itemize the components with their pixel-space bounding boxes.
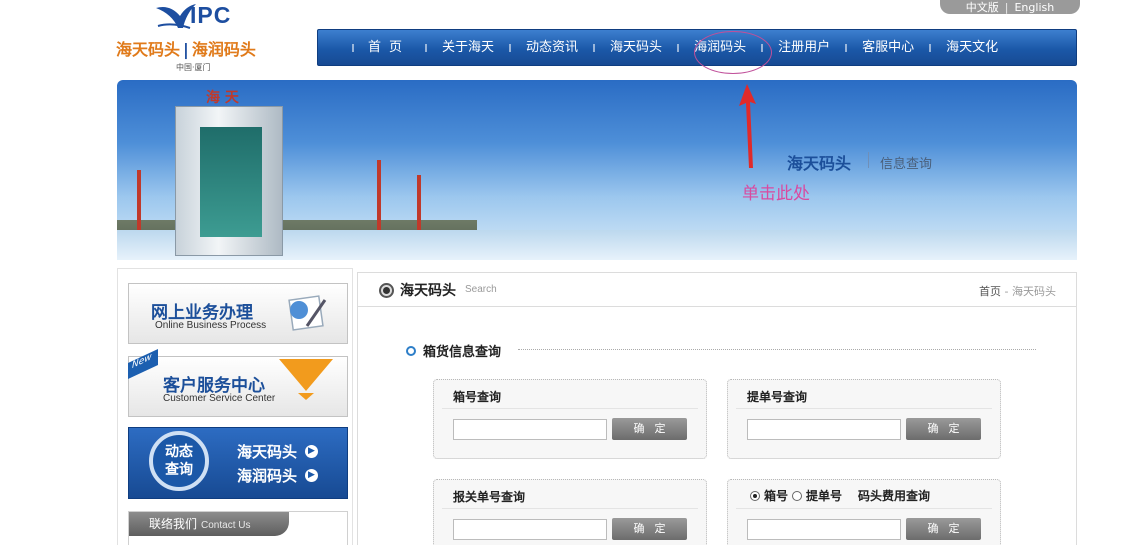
- building-sign: 海 天: [206, 90, 239, 106]
- panel-subtitle: Search: [465, 284, 497, 295]
- radio-bill-of-lading[interactable]: [792, 490, 803, 501]
- dynamic-link-hairun-label: 海润码头: [237, 467, 298, 485]
- banner-subtitle: 信息查询: [880, 157, 933, 172]
- query-divider: [442, 408, 698, 409]
- banner-building: 海 天: [175, 90, 283, 256]
- contact-panel: 联络我们 Contact Us: [128, 511, 348, 545]
- breadcrumb-home[interactable]: 首页: [979, 285, 1001, 298]
- hero-banner: 海 天 海天码头 信息查询 单击此处: [117, 80, 1077, 260]
- breadcrumb: 首页 - 海天码头: [979, 283, 1056, 299]
- dynamic-link-hairun[interactable]: 海润码头 ▶: [237, 465, 319, 486]
- container-number-input[interactable]: [453, 419, 607, 440]
- query-title: 码头费用查询: [858, 489, 931, 503]
- confirm-button[interactable]: 确定: [906, 418, 981, 440]
- logo-place: 中国·厦门: [176, 63, 211, 72]
- banner-crane: [377, 160, 381, 230]
- document-pen-icon: [288, 295, 327, 331]
- lang-chinese-link[interactable]: 中文版: [966, 0, 999, 15]
- arrow-right-icon: ▶: [305, 469, 319, 482]
- radio-container-number[interactable]: [750, 490, 760, 501]
- site-logo[interactable]: IPC 海天码头 | 海润码头 中国·厦门: [116, 0, 286, 75]
- confirm-button[interactable]: 确定: [612, 418, 687, 440]
- panel-title: 海天码头: [400, 283, 456, 299]
- nav-item-culture[interactable]: 海天文化: [929, 29, 1014, 66]
- radio-bill-of-lading-label: 提单号: [806, 489, 843, 503]
- nav-item-news[interactable]: 动态资讯: [509, 29, 594, 66]
- lang-english-link[interactable]: English: [1014, 1, 1054, 14]
- logo-name-hairun: 海润码头: [191, 40, 256, 59]
- arrow-right-icon: ▶: [305, 445, 319, 458]
- dynamic-query-line1: 动态: [165, 444, 193, 460]
- dynamic-link-haitian[interactable]: 海天码头 ▶: [237, 441, 319, 462]
- nav-item-register[interactable]: 注册用户: [761, 29, 846, 66]
- left-sidebar: 网上业务办理 Online Business Process New 客户服务中…: [117, 268, 353, 545]
- language-switch: 中文版 | English: [940, 0, 1080, 14]
- query-divider: [736, 508, 992, 509]
- annotation-circle: [694, 31, 772, 74]
- small-triangle-icon: [298, 393, 314, 400]
- panel-header: 海天码头 Search 首页 - 海天码头: [358, 273, 1076, 307]
- customs-declaration-query: 报关单号查询 确定: [433, 479, 707, 545]
- section-title: 箱货信息查询: [423, 345, 502, 360]
- nav-item-haitian-terminal[interactable]: 海天码头: [593, 29, 678, 66]
- breadcrumb-sep: -: [1001, 285, 1012, 298]
- nav-item-home[interactable]: 首页: [352, 29, 426, 66]
- query-divider: [736, 408, 992, 409]
- bullet-icon: [406, 345, 416, 356]
- section-heading: 箱货信息查询: [406, 341, 501, 360]
- customer-service-en: Customer Service Center: [163, 393, 276, 404]
- terminal-fee-input[interactable]: [747, 519, 901, 540]
- logo-name-haitian: 海天码头: [116, 40, 181, 59]
- orange-triangle-icon: [279, 359, 333, 391]
- query-divider: [442, 508, 698, 509]
- annotation-text: 单击此处: [742, 184, 810, 204]
- new-badge: New: [128, 349, 158, 379]
- bill-of-lading-query: 提单号查询 确定: [727, 379, 1001, 459]
- dynamic-query-panel: 动态 查询 海天码头 ▶ 海润码头 ▶: [128, 427, 348, 499]
- terminal-fee-query: 箱号 提单号 码头费用查询 确定: [727, 479, 1001, 545]
- banner-divider: [868, 152, 869, 168]
- customs-declaration-input[interactable]: [453, 519, 607, 540]
- banner-crane: [137, 170, 141, 230]
- customer-service-button[interactable]: New 客户服务中心 Customer Service Center: [128, 349, 348, 417]
- bill-of-lading-input[interactable]: [747, 419, 901, 440]
- logo-names: 海天码头 | 海润码头: [116, 36, 256, 60]
- confirm-button[interactable]: 确定: [906, 518, 981, 540]
- dynamic-query-line2: 查询: [165, 462, 193, 478]
- dynamic-link-haitian-label: 海天码头: [237, 443, 298, 461]
- query-title: 箱号查询: [453, 390, 502, 404]
- target-icon: [379, 283, 394, 298]
- main-panel: 海天码头 Search 首页 - 海天码头 箱货信息查询 箱号查询 确定 提单号…: [357, 272, 1077, 545]
- banner-title: 海天码头: [787, 154, 852, 173]
- online-business-button[interactable]: 网上业务办理 Online Business Process: [128, 283, 348, 344]
- query-title: 报关单号查询: [453, 490, 526, 504]
- confirm-button[interactable]: 确定: [612, 518, 687, 540]
- lang-separator: |: [1004, 0, 1009, 14]
- contact-label: 联络我们: [149, 517, 198, 531]
- breadcrumb-current: 海天码头: [1012, 285, 1056, 298]
- container-number-query: 箱号查询 确定: [433, 379, 707, 459]
- radio-container-number-label: 箱号: [764, 489, 789, 503]
- annotation-arrow-icon: [739, 84, 756, 168]
- nav-item-service[interactable]: 客服中心: [845, 29, 930, 66]
- building-glass: [200, 127, 262, 237]
- online-business-en: Online Business Process: [155, 320, 267, 331]
- nav-item-about[interactable]: 关于海天: [425, 29, 510, 66]
- logo-brand: IPC: [190, 2, 232, 28]
- contact-tab[interactable]: 联络我们 Contact Us: [129, 512, 289, 536]
- query-title: 提单号查询: [747, 390, 808, 404]
- fee-query-options: 箱号 提单号 码头费用查询: [750, 487, 930, 504]
- banner-crane: [417, 175, 421, 230]
- dynamic-query-badge: 动态 查询: [149, 431, 209, 491]
- contact-en: Contact Us: [201, 520, 251, 531]
- logo-divider: |: [183, 40, 189, 59]
- section-divider: [518, 349, 1036, 350]
